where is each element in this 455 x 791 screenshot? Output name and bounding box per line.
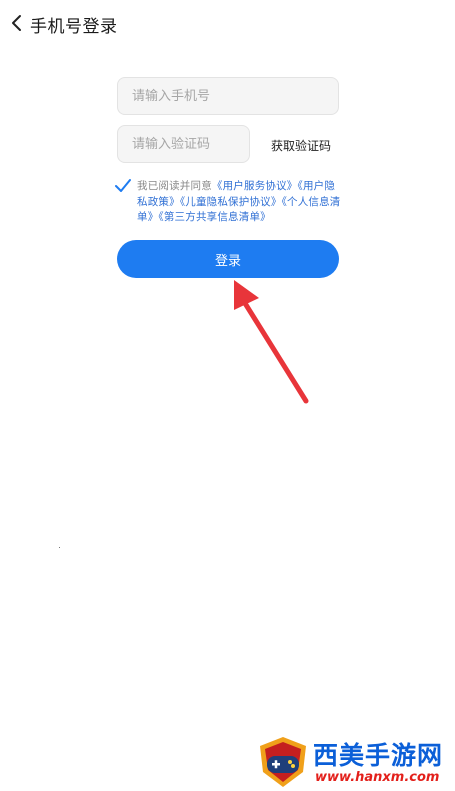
phone-field[interactable] bbox=[117, 77, 339, 115]
child-privacy-agreement-link[interactable]: 《儿童隐私保护协议》 bbox=[180, 196, 282, 208]
watermark: 西美手游网 www.hanxm.com bbox=[255, 734, 455, 791]
get-code-button[interactable]: 获取验证码 bbox=[271, 137, 331, 154]
chevron-left-icon[interactable] bbox=[6, 10, 30, 36]
phone-input[interactable] bbox=[118, 78, 338, 114]
gamepad-shield-logo-icon bbox=[260, 737, 306, 787]
agreement-text: 我已阅读并同意《用户服务协议》《用户隐私政策》《儿童隐私保护协议》《个人信息清单… bbox=[137, 179, 343, 226]
login-button[interactable]: 登录 bbox=[117, 240, 339, 278]
code-field[interactable] bbox=[117, 125, 250, 163]
watermark-name: 西美手游网 bbox=[313, 741, 444, 770]
stray-dot bbox=[59, 547, 60, 548]
agreement-prefix: 我已阅读并同意 bbox=[137, 180, 212, 192]
page-title: 手机号登录 bbox=[30, 17, 118, 37]
third-party-sharing-list-link[interactable]: 《第三方共享信息清单》 bbox=[158, 211, 270, 223]
code-input[interactable] bbox=[118, 126, 249, 162]
watermark-url: www.hanxm.com bbox=[315, 770, 440, 785]
annotation-arrow-icon bbox=[234, 280, 309, 404]
header: 手机号登录 bbox=[0, 0, 455, 46]
checkbox-check-icon[interactable] bbox=[114, 178, 132, 194]
user-service-agreement-link[interactable]: 《用户服务协议》 bbox=[212, 180, 298, 192]
